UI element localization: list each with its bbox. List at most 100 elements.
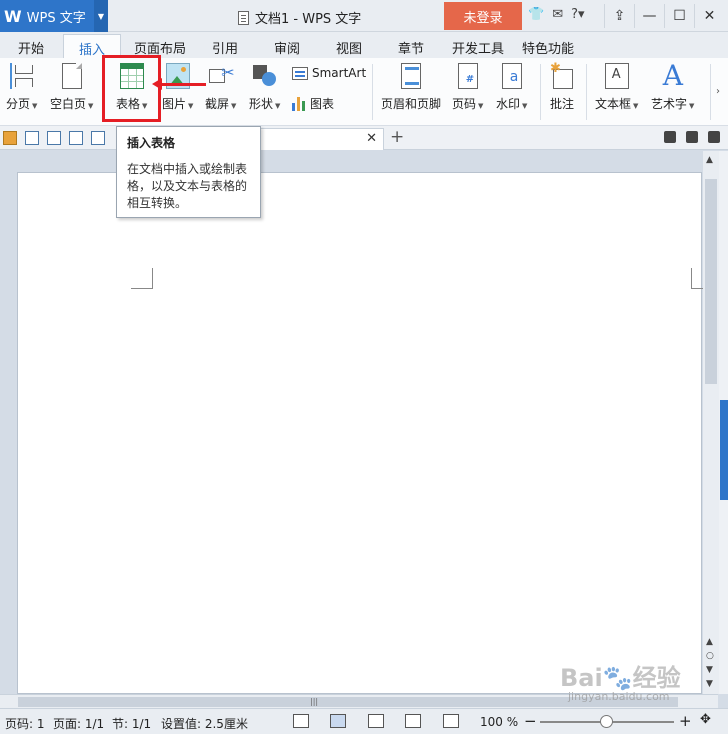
login-button[interactable]: 未登录	[444, 2, 522, 30]
wordart-icon	[661, 59, 685, 92]
page-view-icon[interactable]	[330, 714, 346, 728]
app-name: WPS 文字	[26, 10, 86, 26]
ribbon-separator	[372, 64, 373, 120]
wordart-label: 艺术字	[651, 97, 688, 111]
zoom-level[interactable]: 100 %	[480, 715, 518, 729]
margin-corner-top-right	[691, 268, 703, 289]
wps-logo-icon: W	[4, 6, 22, 26]
select-browse-icon[interactable]: ○	[706, 651, 714, 661]
zoom-slider-knob[interactable]	[600, 715, 613, 728]
baidu-watermark: Bai🐾经验	[560, 664, 681, 692]
print-preview-icon[interactable]	[91, 131, 105, 145]
minimize-button[interactable]: —	[634, 4, 664, 28]
smartart-icon	[292, 66, 308, 80]
textbox-button[interactable]: 文本框▼	[595, 63, 638, 112]
comment-button[interactable]: 批注	[550, 61, 575, 112]
blank-page-button[interactable]: 空白页 ▼	[50, 63, 93, 112]
tooltip-body: 在文档中插入或绘制表格，以及文本与表格的相互转换。	[127, 162, 248, 210]
new-tab-icon[interactable]: +	[390, 127, 404, 147]
history-icon[interactable]	[686, 131, 698, 143]
tab-references[interactable]: 引用	[212, 38, 238, 57]
zoom-out-icon[interactable]: −	[524, 712, 537, 730]
comment-icon	[550, 61, 574, 89]
comment-label: 批注	[550, 97, 575, 111]
ribbon-separator	[586, 64, 587, 120]
table-tooltip: 插入表格 在文档中插入或绘制表格，以及文本与表格的相互转换。	[116, 126, 261, 218]
app-menu-button[interactable]: W WPS 文字 ▼	[0, 0, 108, 32]
tab-special-features[interactable]: 特色功能	[522, 38, 574, 57]
textbox-icon	[604, 63, 629, 89]
chart-label: 图表	[310, 97, 335, 111]
export-pdf-icon[interactable]	[47, 131, 61, 145]
scroll-up-icon[interactable]: ▲	[706, 155, 713, 165]
header-footer-button[interactable]: 页眉和页脚	[381, 63, 441, 112]
close-tab-icon[interactable]: ✕	[366, 131, 377, 146]
print-icon[interactable]	[69, 131, 83, 145]
smartart-button[interactable]: SmartArt	[292, 66, 366, 80]
smartart-label: SmartArt	[312, 66, 367, 80]
quick-access-bar: ✕ +	[0, 126, 728, 150]
prev-page-icon[interactable]: ▲	[706, 637, 713, 647]
title-tools: 👕 ✉ ?▾	[528, 7, 585, 22]
scroll-grip-icon: |||	[310, 697, 319, 706]
blank-page-label: 空白页	[50, 97, 87, 111]
tab-review[interactable]: 审阅	[274, 38, 300, 57]
page-break-button[interactable]: 分页 ▼	[6, 63, 37, 112]
watermark-label: 水印	[496, 97, 521, 111]
chat-icon[interactable]: ✉	[552, 7, 563, 22]
document-page[interactable]	[17, 172, 703, 694]
page-number-icon	[457, 63, 478, 89]
header-footer-label: 页眉和页脚	[381, 97, 442, 111]
vertical-scrollbar[interactable]: ▲ ▲ ○ ▼ ▼	[703, 151, 719, 694]
web-view-icon[interactable]	[405, 714, 421, 728]
side-panel-tab[interactable]	[720, 400, 728, 500]
shape-button[interactable]: 形状 ▼	[249, 63, 280, 112]
tab-developer[interactable]: 开发工具	[452, 38, 504, 57]
picture-button[interactable]: 图片 ▼	[162, 63, 193, 112]
open-folder-icon[interactable]	[3, 131, 17, 145]
window-title-text: 文档1 - WPS 文字	[255, 12, 362, 27]
app-dropdown-icon[interactable]: ▼	[94, 0, 108, 32]
tab-section[interactable]: 章节	[398, 38, 424, 57]
margin-corner-top-left	[131, 268, 153, 289]
wordart-button[interactable]: 艺术字▼	[651, 59, 694, 112]
ribbon-separator	[710, 64, 711, 120]
annotation-arrow-head	[152, 78, 162, 90]
focus-mode-icon[interactable]	[293, 714, 309, 728]
tab-home[interactable]: 开始	[18, 38, 44, 57]
page-break-icon	[9, 63, 34, 89]
save-icon[interactable]	[25, 131, 39, 145]
vertical-scroll-thumb[interactable]	[705, 179, 717, 384]
skin-icon[interactable]: 👕	[528, 7, 544, 22]
status-page-number: 页码: 1	[5, 717, 45, 731]
annotation-arrow	[160, 83, 206, 86]
shape-icon	[252, 63, 277, 89]
status-setting[interactable]: 设置值: 2.5厘米	[161, 715, 248, 732]
screenshot-icon	[208, 63, 235, 89]
shape-label: 形状	[249, 97, 274, 111]
zoom-in-icon[interactable]: +	[679, 712, 692, 730]
maximize-button[interactable]: ☐	[664, 4, 694, 28]
help-icon[interactable]: ?▾	[571, 7, 584, 22]
picture-label: 图片	[162, 97, 187, 111]
restore-mode-icon[interactable]: ⇪	[604, 4, 634, 28]
status-pages: 页面: 1/1	[53, 717, 105, 731]
fit-window-icon[interactable]: ✥	[700, 712, 711, 727]
sync-icon[interactable]	[664, 131, 676, 143]
watermark-button[interactable]: 水印▼	[496, 63, 527, 112]
blank-page-icon	[61, 63, 82, 89]
collapse-ribbon-icon[interactable]	[708, 131, 720, 143]
scroll-down-icon[interactable]: ▼	[706, 679, 713, 689]
page-number-button[interactable]: 页码▼	[452, 63, 483, 112]
next-page-icon[interactable]: ▼	[706, 665, 713, 675]
ribbon-scroll-right-icon[interactable]: ›	[716, 86, 720, 97]
screenshot-button[interactable]: 截屏▼	[205, 63, 236, 112]
page-number-label: 页码	[452, 97, 477, 111]
eye-protection-icon[interactable]	[443, 714, 459, 728]
outline-view-icon[interactable]	[368, 714, 384, 728]
tab-view[interactable]: 视图	[336, 38, 362, 57]
watermark-icon	[501, 63, 522, 89]
close-button[interactable]: ✕	[694, 4, 724, 28]
chart-button[interactable]: 图表	[292, 95, 334, 112]
status-bar: 页码: 1 页面: 1/1 节: 1/1 设置值: 2.5厘米 100 % − …	[0, 708, 728, 734]
